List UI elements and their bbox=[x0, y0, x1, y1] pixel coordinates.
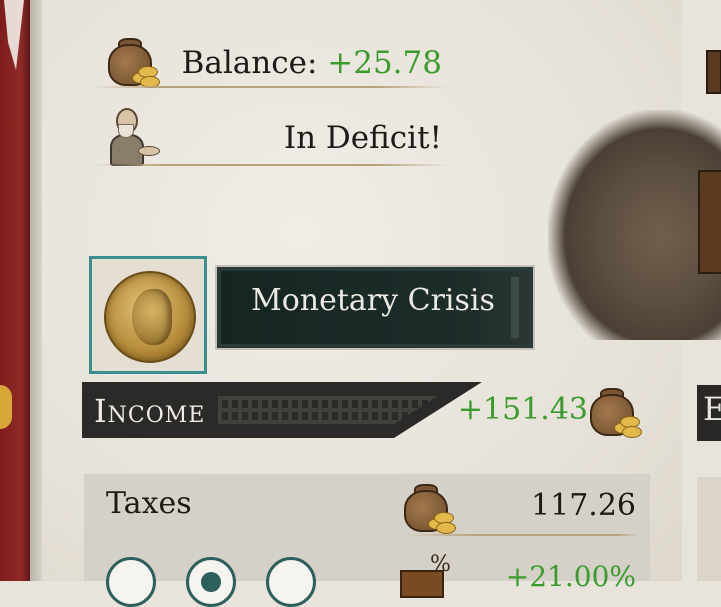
banner-scroll-edge bbox=[511, 277, 519, 338]
expenses-header-initial: E bbox=[703, 390, 721, 428]
crisis-portrait[interactable] bbox=[89, 256, 207, 374]
balance-row: Balance: +25.78 bbox=[92, 36, 448, 88]
city-scenery bbox=[548, 50, 721, 340]
balance-text: Balance: +25.78 bbox=[182, 45, 442, 81]
income-value: +151.43 bbox=[457, 392, 588, 427]
income-label: Income bbox=[94, 392, 206, 430]
greek-key-pattern bbox=[218, 396, 438, 424]
taxes-modifier: +21.00% bbox=[505, 560, 636, 593]
coin-bag-icon bbox=[400, 484, 456, 534]
balance-label: Balance: bbox=[181, 45, 318, 81]
deficit-text: In Deficit! bbox=[283, 120, 442, 156]
left-gold-tab[interactable] bbox=[0, 385, 12, 429]
expenses-header-partial: E bbox=[697, 385, 721, 441]
wood-post bbox=[706, 50, 721, 94]
coin-bag-icon bbox=[586, 388, 642, 438]
tax-rate-option-low[interactable] bbox=[106, 557, 156, 607]
deficit-row: In Deficit! bbox=[92, 108, 448, 166]
crisis-name: Monetary Crisis bbox=[251, 283, 495, 318]
emperor-coin-icon bbox=[104, 271, 196, 363]
expenses-panel-partial bbox=[697, 477, 721, 581]
left-red-border bbox=[0, 0, 30, 581]
divider bbox=[92, 86, 448, 88]
coin-bag-icon bbox=[104, 38, 160, 88]
divider bbox=[92, 164, 448, 166]
treasure-chest-percent-icon: % bbox=[400, 552, 451, 598]
taxes-label: Taxes bbox=[106, 486, 192, 521]
wood-post bbox=[698, 170, 721, 274]
taxes-value: 117.26 bbox=[531, 488, 636, 523]
balance-value: +25.78 bbox=[327, 45, 442, 81]
taxes-section: Taxes 117.26 % +21.00% bbox=[84, 474, 650, 598]
selected-dot bbox=[201, 572, 221, 592]
tax-rate-option-normal[interactable] bbox=[186, 557, 236, 607]
tax-rate-option-high[interactable] bbox=[266, 557, 316, 607]
crisis-banner[interactable]: Monetary Crisis bbox=[215, 265, 535, 350]
income-header: Income +151.43 bbox=[82, 382, 650, 442]
divider bbox=[404, 534, 640, 536]
advisor-icon[interactable] bbox=[104, 106, 162, 166]
left-stone-stripe bbox=[30, 0, 42, 581]
